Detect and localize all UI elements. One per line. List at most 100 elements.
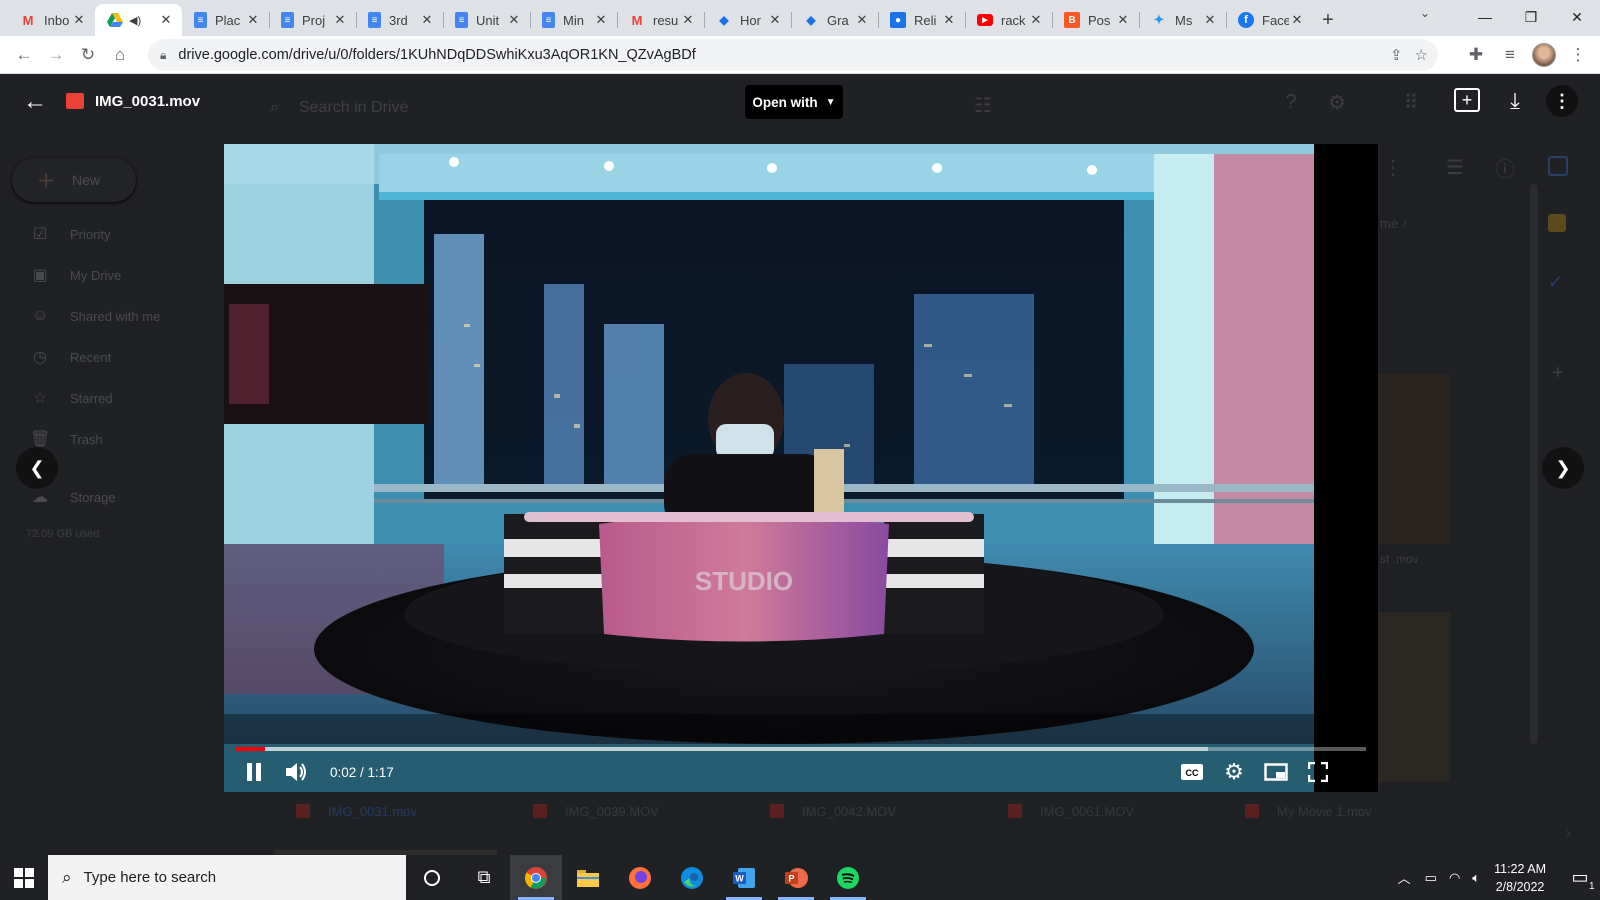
video-file-icon: [296, 804, 310, 818]
close-tab-icon[interactable]: ✕: [680, 12, 696, 28]
fullscreen-button[interactable]: [1302, 756, 1334, 788]
media-queue-icon[interactable]: ≡: [1494, 39, 1526, 71]
drive-icon: ▣: [32, 267, 48, 284]
battery-icon[interactable]: ▭: [1425, 870, 1437, 886]
extensions-puzzle-icon[interactable]: ✚: [1460, 39, 1492, 71]
wifi-icon[interactable]: ◠: [1449, 870, 1460, 886]
notification-center-button[interactable]: ▭ 1: [1560, 867, 1600, 892]
video-time-display: 0:02 / 1:17: [330, 765, 394, 780]
close-tab-icon[interactable]: ✕: [767, 12, 783, 28]
video-frame[interactable]: STUDIO: [224, 144, 1378, 792]
minimize-icon[interactable]: —: [1462, 0, 1508, 34]
volume-button[interactable]: [280, 756, 312, 788]
start-button[interactable]: [0, 855, 48, 900]
tab-docs-min[interactable]: ≡ Min ✕: [530, 4, 617, 36]
tab-docs-proj[interactable]: ≡ Proj ✕: [269, 4, 356, 36]
tab-google-drive[interactable]: ◀) ✕: [95, 4, 182, 36]
home-icon[interactable]: ⌂: [104, 39, 136, 71]
file-item: IMG_0031.mov: [296, 796, 417, 826]
add-comment-icon[interactable]: +: [1454, 88, 1480, 112]
address-bar[interactable]: 🔒︎ drive.google.com/drive/u/0/folders/1K…: [148, 39, 1438, 71]
sidebar-item-starred: ☆ Starred: [30, 384, 113, 412]
new-tab-button[interactable]: +: [1313, 4, 1343, 36]
bookmark-star-icon[interactable]: ☆: [1415, 46, 1428, 64]
close-tab-icon[interactable]: ✕: [1115, 12, 1131, 28]
video-player[interactable]: STUDIO 0:02 / 1:17 CC ⚙: [224, 144, 1378, 792]
previous-file-button[interactable]: ❮: [16, 447, 58, 489]
close-tab-icon[interactable]: ✕: [1289, 12, 1305, 28]
show-hidden-icons-chevron-icon[interactable]: ︿: [1398, 868, 1411, 887]
taskbar-search-box[interactable]: ⌕ Type here to search: [48, 855, 406, 900]
next-file-button[interactable]: ❯: [1542, 447, 1584, 489]
lock-icon[interactable]: 🔒︎: [160, 48, 166, 63]
chrome-menu-icon[interactable]: ⋮: [1562, 39, 1594, 71]
apps-grid-icon: ⠿: [1403, 91, 1419, 114]
captions-button[interactable]: CC: [1176, 756, 1208, 788]
taskbar-powerpoint[interactable]: P: [770, 855, 822, 900]
tab-blogger[interactable]: B Pos ✕: [1052, 4, 1139, 36]
tab-audio-icon[interactable]: ◀): [129, 14, 141, 27]
tab-youtube[interactable]: ▶ rack ✕: [965, 4, 1052, 36]
close-tab-icon[interactable]: ✕: [245, 12, 261, 28]
open-with-button[interactable]: Open with ▼: [745, 85, 843, 119]
settings-button[interactable]: ⚙: [1218, 756, 1250, 788]
restore-icon[interactable]: ❐: [1508, 0, 1554, 34]
back-icon[interactable]: ←: [8, 39, 40, 71]
keep-icon: [1548, 214, 1566, 232]
close-tab-icon[interactable]: ✕: [71, 12, 87, 28]
tab-docs-3rd[interactable]: ≡ 3rd ✕: [356, 4, 443, 36]
taskbar-edge[interactable]: [666, 855, 718, 900]
pause-button[interactable]: [238, 756, 270, 788]
tab-docs-plac[interactable]: ≡ Plac ✕: [182, 4, 269, 36]
close-tab-icon[interactable]: ✕: [1028, 12, 1044, 28]
close-tab-icon[interactable]: ✕: [506, 12, 522, 28]
close-tab-icon[interactable]: ✕: [941, 12, 957, 28]
check-circle-icon: ☑: [32, 226, 48, 243]
tab-docs-unit[interactable]: ≡ Unit ✕: [443, 4, 530, 36]
file-explorer-icon: [577, 869, 599, 887]
share-icon[interactable]: ⇪: [1390, 46, 1403, 64]
forward-icon[interactable]: →: [40, 39, 72, 71]
close-tab-icon[interactable]: ✕: [419, 12, 435, 28]
close-tab-icon[interactable]: ✕: [332, 12, 348, 28]
tab-title: Plac: [215, 12, 241, 28]
tab-title: Gra: [827, 12, 849, 28]
cortana-button[interactable]: [406, 855, 458, 900]
task-view-button[interactable]: ⧉: [458, 855, 510, 900]
close-tab-icon[interactable]: ✕: [854, 12, 870, 28]
miniplayer-button[interactable]: [1260, 756, 1292, 788]
speaker-icon[interactable]: 🔈︎: [1472, 870, 1480, 886]
close-window-icon[interactable]: ✕: [1554, 0, 1600, 34]
taskbar-clock[interactable]: 11:22 AM 2/8/2022: [1494, 860, 1546, 896]
tab-twitter[interactable]: ✦ Ms ✕: [1139, 4, 1226, 36]
add-addon-icon: +: [1552, 362, 1564, 384]
download-icon[interactable]: ⤓: [1502, 88, 1528, 114]
taskbar-spotify[interactable]: [822, 855, 874, 900]
sidebar-item-shared: ☺ Shared with me: [30, 302, 161, 330]
close-tab-icon[interactable]: ✕: [158, 12, 174, 28]
facebook-icon: f: [1238, 12, 1254, 28]
taskbar-word[interactable]: W: [718, 855, 770, 900]
close-tab-icon[interactable]: ✕: [1202, 12, 1218, 28]
reload-icon[interactable]: ↻: [72, 39, 104, 71]
taskbar-file-explorer[interactable]: [562, 855, 614, 900]
tab-facebook[interactable]: f Face ✕: [1226, 4, 1313, 36]
google-docs-icon: ≡: [542, 12, 555, 28]
notification-icon: ▭ 1: [1571, 867, 1595, 892]
url-text[interactable]: drive.google.com/drive/u/0/folders/1KUhN…: [178, 47, 695, 63]
close-tab-icon[interactable]: ✕: [593, 12, 609, 28]
tab-search-chevron-icon[interactable]: ⌄: [1420, 6, 1430, 20]
tab-gmail-resu[interactable]: M resu ✕: [617, 4, 704, 36]
taskbar-firefox[interactable]: [614, 855, 666, 900]
tab-gmail-inbox[interactable]: M Inbo ✕: [8, 4, 95, 36]
taskbar-chrome[interactable]: [510, 855, 562, 900]
close-viewer-back-icon[interactable]: ←: [20, 87, 50, 117]
video-progress-bar[interactable]: [236, 747, 1366, 751]
more-actions-icon[interactable]: ⋮: [1546, 85, 1578, 117]
star-icon: ☆: [32, 390, 48, 407]
tab-gra[interactable]: ◆ Gra ✕: [791, 4, 878, 36]
tab-reli[interactable]: ● Reli ✕: [878, 4, 965, 36]
profile-button[interactable]: [1528, 39, 1560, 71]
tab-hor[interactable]: ◆ Hor ✕: [704, 4, 791, 36]
video-file-icon: [66, 93, 84, 109]
